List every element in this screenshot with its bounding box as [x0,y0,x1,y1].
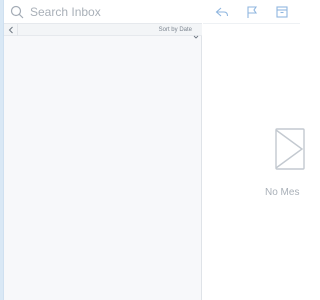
chevron-down-icon[interactable] [193,27,199,39]
search-icon [10,5,24,19]
sort-row: Sort by Date [4,23,202,39]
empty-state-message: No Mes [265,187,300,198]
message-list-pane: Sort by Date [4,0,202,300]
search-input[interactable] [30,2,200,21]
flag-icon[interactable] [245,5,259,19]
sort-by-date-button[interactable]: Sort by Date [159,25,192,35]
archive-icon[interactable] [275,5,289,19]
envelope-icon [275,128,305,170]
search-bar [4,0,202,24]
message-toolbar [203,0,300,24]
reply-icon[interactable] [215,5,229,19]
chevron-left-icon[interactable] [4,23,18,36]
preview-pane: No Mes [203,0,305,300]
